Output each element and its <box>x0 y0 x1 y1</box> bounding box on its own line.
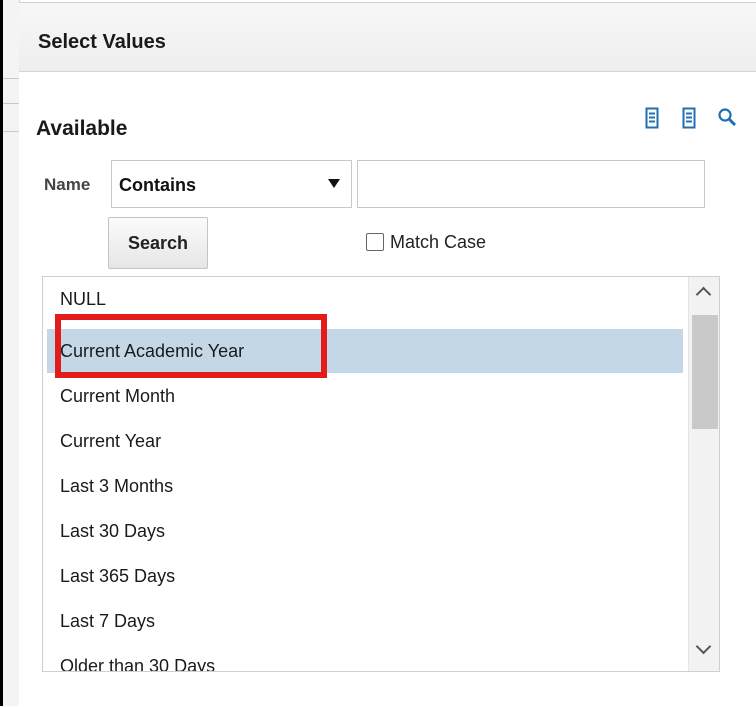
list-item[interactable]: Last 3 Months <box>47 464 683 508</box>
search-value-input[interactable] <box>357 160 705 208</box>
list-item[interactable]: Current Year <box>47 419 683 463</box>
background-panel-edge <box>3 0 20 706</box>
scroll-up-icon[interactable] <box>695 286 712 303</box>
dropdown-arrow-icon <box>328 179 340 188</box>
list-item[interactable]: Current Month <box>47 374 683 418</box>
dialog-header: Select Values <box>19 3 756 72</box>
scroll-thumb[interactable] <box>692 315 718 429</box>
match-case-label: Match Case <box>390 232 487 252</box>
list-item[interactable]: Last 7 Days <box>47 599 683 643</box>
name-filter-label: Name <box>44 175 91 194</box>
match-case-checkbox[interactable] <box>366 233 384 251</box>
list-item-selected[interactable]: Current Academic Year <box>47 329 683 373</box>
dialog-title: Select Values <box>38 31 166 53</box>
scroll-down-icon[interactable] <box>695 638 712 655</box>
list-scrollbar[interactable] <box>688 277 719 671</box>
available-heading: Available <box>36 117 128 140</box>
operator-value: Contains <box>119 175 197 195</box>
background-divider <box>3 103 20 104</box>
select-values-dialog: Select Values Available Name Contains Se… <box>19 2 756 707</box>
move-all-icon[interactable] <box>682 107 696 129</box>
operator-dropdown[interactable]: Contains <box>111 160 352 208</box>
search-icon[interactable] <box>718 107 738 129</box>
background-divider <box>3 131 20 132</box>
list-item[interactable]: Older than 30 Days <box>47 644 683 671</box>
search-button[interactable]: Search <box>108 217 208 269</box>
list-item[interactable]: Last 365 Days <box>47 554 683 598</box>
move-selected-icon[interactable] <box>645 107 659 129</box>
list-item[interactable]: NULL <box>47 277 683 321</box>
list-item[interactable]: Last 30 Days <box>47 509 683 553</box>
background-divider <box>3 78 20 79</box>
available-values-list[interactable]: NULL Current Academic Year Current Month… <box>42 276 720 672</box>
